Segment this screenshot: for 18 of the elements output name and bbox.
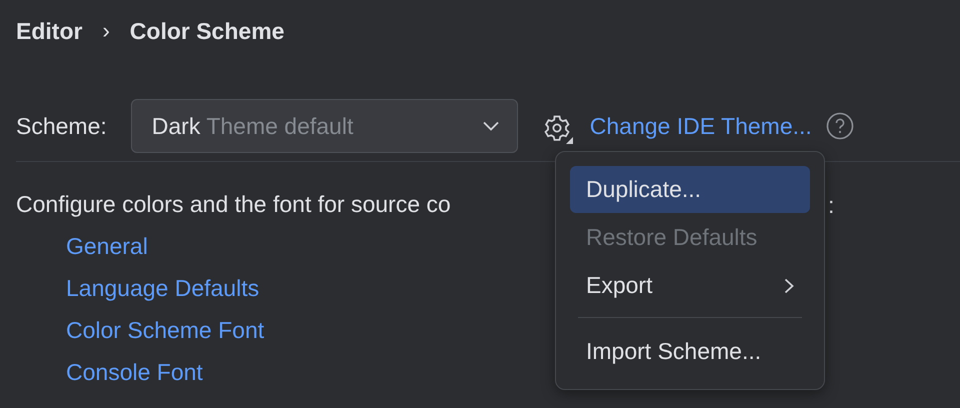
breadcrumb-item[interactable]: Editor	[16, 18, 82, 44]
settings-link[interactable]: Language Defaults	[66, 274, 260, 302]
help-icon	[826, 112, 854, 140]
settings-link[interactable]: Color Scheme Font	[66, 316, 264, 344]
menu-item[interactable]: Import Scheme...	[570, 328, 810, 375]
gear-icon	[542, 113, 574, 145]
scheme-label: Scheme:	[16, 112, 107, 140]
breadcrumb-item[interactable]: Color Scheme	[130, 18, 284, 44]
change-theme-link[interactable]: Change IDE Theme...	[590, 112, 812, 140]
description-text: Configure colors and the font for source co	[16, 191, 451, 217]
chevron-down-icon	[482, 121, 499, 131]
settings-link[interactable]: General	[66, 232, 148, 260]
breadcrumb-separator: ›	[102, 18, 110, 44]
menu-item[interactable]: Export	[570, 262, 810, 309]
settings-link[interactable]: Console Font	[66, 358, 203, 386]
menu-item[interactable]: Duplicate...	[570, 166, 810, 213]
scheme-dropdown[interactable]: Dark Theme default	[130, 99, 518, 153]
description-text: :	[828, 191, 834, 219]
